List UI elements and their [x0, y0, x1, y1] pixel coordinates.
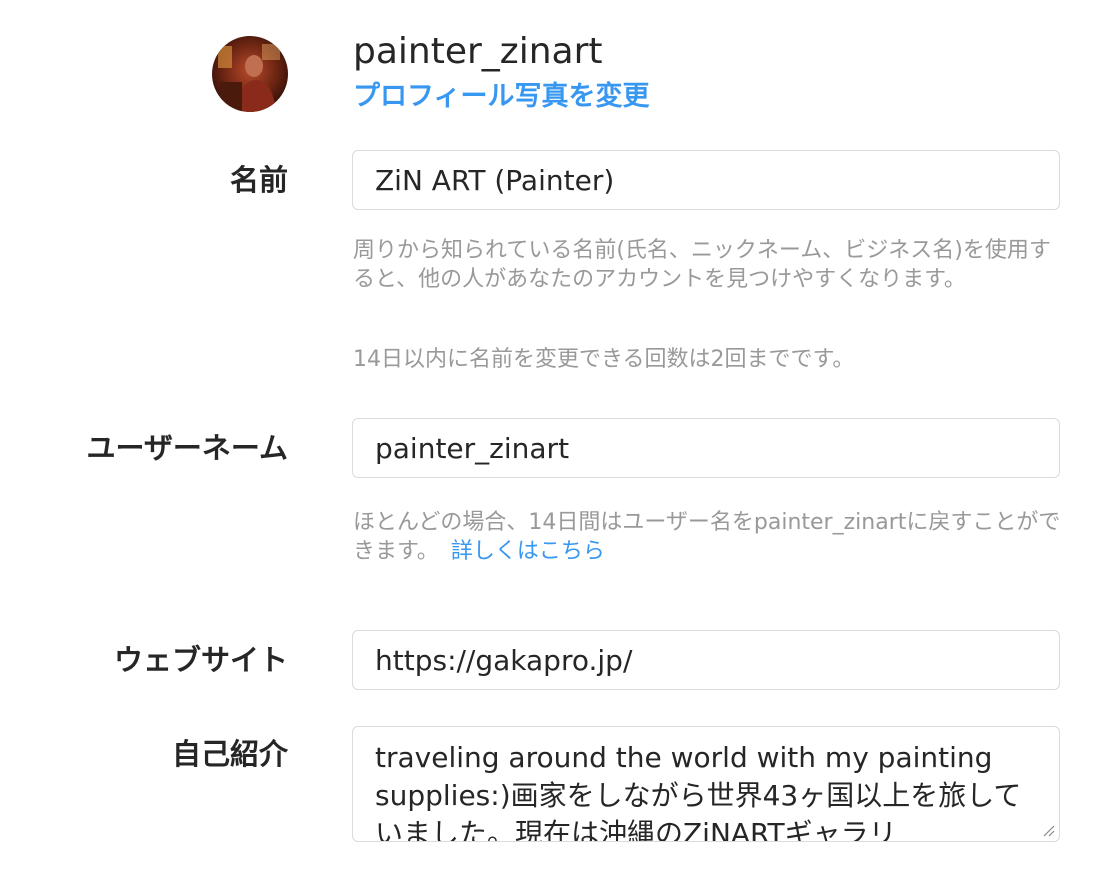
- username-help-text: ほとんどの場合、14日間はユーザー名をpainter_zinartに戻すことがで…: [353, 508, 1065, 566]
- learn-more-link[interactable]: 詳しくはこちら: [451, 539, 605, 564]
- avatar-image: [212, 36, 288, 112]
- website-input[interactable]: [353, 631, 1059, 689]
- bio-textarea[interactable]: traveling around the world with my paint…: [353, 727, 1059, 841]
- name-change-limit-text: 14日以内に名前を変更できる回数は2回までです。: [353, 347, 855, 372]
- name-field-container: [352, 150, 1060, 210]
- username-input[interactable]: [353, 419, 1059, 477]
- name-label: 名前: [229, 163, 288, 197]
- name-input[interactable]: [353, 151, 1059, 209]
- website-label: ウェブサイト: [113, 643, 288, 677]
- avatar[interactable]: [212, 36, 288, 112]
- bio-field-container: traveling around the world with my paint…: [352, 726, 1060, 842]
- bio-label: 自己紹介: [171, 737, 288, 771]
- change-profile-photo-link[interactable]: プロフィール写真を変更: [353, 80, 649, 114]
- username-field-container: [352, 418, 1060, 478]
- username-label: ユーザーネーム: [86, 431, 288, 465]
- name-help-text: 周りから知られている名前(氏名、ニックネーム、ビジネス名)を使用すると、他の人が…: [353, 238, 1051, 292]
- website-field-container: [352, 630, 1060, 690]
- profile-username: painter_zinart: [353, 31, 603, 72]
- resize-handle-icon[interactable]: [1041, 823, 1055, 837]
